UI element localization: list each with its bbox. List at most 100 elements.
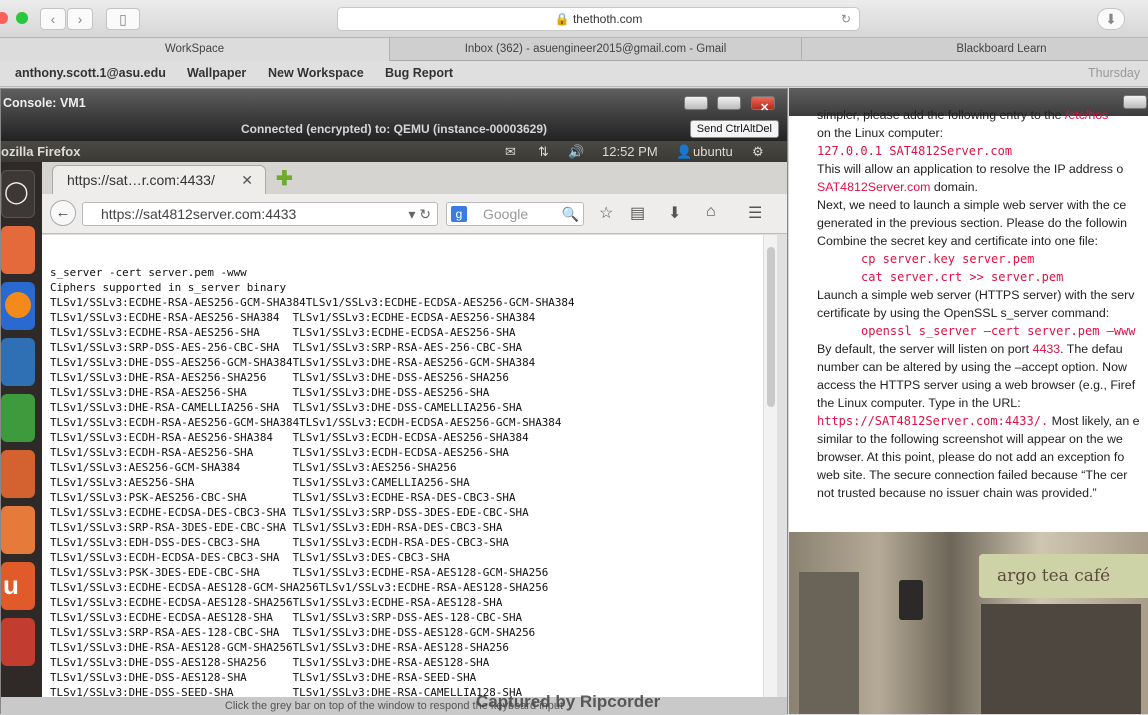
document-text: simpler, please add the following entry … (817, 108, 1148, 502)
terminal-line: TLSv1/SSLv3:ECDH-RSA-AES256-SHA TLSv1/SS… (50, 446, 509, 459)
lock-icon: 🔒 (554, 12, 570, 26)
sidebar-icon: ▯ (119, 11, 127, 27)
chevron-left-icon: ‹ (50, 11, 56, 27)
doc-port: 4433 (1032, 342, 1061, 356)
reload-icon[interactable]: ↻ (841, 8, 851, 30)
console-window: Console: VM1 ✕ Connected (encrypted) to:… (0, 88, 788, 715)
software-center-icon[interactable] (1, 506, 35, 554)
sign-text: argo tea café (997, 566, 1111, 586)
back-arrow-icon[interactable]: ← (50, 200, 76, 226)
forward-button[interactable]: › (67, 8, 93, 30)
settings-icon[interactable] (1, 618, 35, 666)
doc-line: browser. At this point, please do not ad… (817, 450, 1125, 464)
download-icon: ⬇ (1105, 11, 1117, 27)
console-hint-bar[interactable]: Click the grey bar on top of the window … (1, 697, 787, 715)
doc-line: number can be altered by using the –acce… (817, 360, 1127, 374)
dash-icon[interactable]: ◯ (1, 170, 35, 218)
doc-line: This will allow an application to resolv… (817, 162, 1124, 176)
terminal-line: TLSv1/SSLv3:EDH-DSS-DES-CBC3-SHA TLSv1/S… (50, 536, 509, 549)
address-bar-url: thethoth.com (572, 12, 643, 26)
tab-label: Inbox (362) - asuengineer2015@gmail.com … (464, 43, 727, 55)
terminal-line: TLSv1/SSLv3:ECDHE-RSA-AES256-GCM-SHA384T… (50, 296, 575, 309)
firefox-icon[interactable] (1, 282, 35, 330)
tab-blackboard[interactable]: Blackboard Learn (802, 38, 1148, 61)
volume-icon[interactable]: 🔊 (568, 141, 584, 162)
minimize-button[interactable] (684, 96, 708, 110)
tab-workspace[interactable]: WorkSpace (0, 38, 390, 61)
network-icon[interactable]: ⇅ (538, 141, 549, 162)
terminal-line: TLSv1/SSLv3:PSK-3DES-EDE-CBC-SHA TLSv1/S… (50, 566, 549, 579)
impress-icon[interactable] (1, 450, 35, 498)
close-button[interactable]: ✕ (751, 96, 775, 114)
terminal-line: s_server -cert server.pem -www (50, 266, 247, 279)
terminal-line: TLSv1/SSLv3:DHE-RSA-AES256-SHA256 TLSv1/… (50, 371, 509, 384)
send-ctrl-alt-del-button[interactable]: Send CtrlAltDel (689, 120, 779, 138)
home-icon[interactable]: ⌂ (706, 203, 716, 221)
new-tab-icon[interactable]: ✚ (276, 166, 293, 191)
gear-icon[interactable]: ⚙ (752, 141, 764, 162)
menu-icon[interactable]: ☰ (748, 203, 762, 223)
code-line: openssl s_server –cert server.pem –www (861, 324, 1136, 338)
page-content: s_server -cert server.pem -www Ciphers su… (42, 235, 763, 697)
sidebar-toggle-button[interactable]: ▯ (106, 8, 140, 30)
watermark: Captured by Ripcorder (476, 692, 661, 711)
background-photo: argo tea café (789, 532, 1148, 714)
files-icon[interactable] (1, 226, 35, 274)
building-column (799, 572, 859, 714)
doc-line: Next, we need to launch a simple web ser… (817, 198, 1127, 212)
terminal-line: TLSv1/SSLv3:DHE-DSS-AES128-SHA256 TLSv1/… (50, 656, 490, 669)
bookmarks-bar: anthony.scott.1@asu.edu Wallpaper New Wo… (0, 61, 1148, 87)
terminal-line: TLSv1/SSLv3:ECDH-RSA-AES256-GCM-SHA384TL… (50, 416, 562, 429)
terminal-line: TLSv1/SSLv3:ECDHE-ECDSA-AES128-SHA TLSv1… (50, 611, 523, 624)
close-window-button[interactable] (0, 12, 8, 24)
user-name[interactable]: ubuntu (693, 141, 733, 162)
lantern-icon (899, 580, 923, 620)
doc-line: simpler, please add the following entry … (817, 108, 1065, 122)
document-window: simpler, please add the following entry … (789, 88, 1148, 532)
zoom-window-button[interactable] (16, 12, 28, 24)
clipboard-icon[interactable]: ▤ (630, 203, 645, 223)
connection-status-bar: Connected (encrypted) to: QEMU (instance… (1, 117, 787, 141)
address-bar[interactable]: 🔒 thethoth.com ↻ (337, 7, 860, 31)
vertical-scrollbar[interactable] (763, 235, 777, 697)
code-line: 127.0.0.1 SAT4812Server.com (817, 144, 1013, 158)
google-icon: g (451, 206, 467, 222)
browser-toolbar: ‹ › ▯ 🔒 thethoth.com ↻ ⬇ (0, 0, 1148, 38)
doc-line: certificate by using the OpenSSL s_serve… (817, 306, 1110, 320)
ubuntu-launcher: ◯ u (1, 162, 42, 715)
search-placeholder: Google (483, 206, 529, 222)
doc-line: not trusted because no issuer chain was … (817, 486, 1097, 500)
bookmark-bug-report[interactable]: Bug Report (385, 66, 453, 80)
ubuntu-one-icon[interactable]: u (1, 562, 35, 610)
doc-line: Launch a simple web server (HTTPS server… (817, 288, 1135, 302)
clock[interactable]: 12:52 PM (602, 141, 658, 162)
download-icon[interactable]: ⬇ (668, 203, 681, 223)
writer-icon[interactable] (1, 338, 35, 386)
terminal-line: TLSv1/SSLv3:DHE-DSS-AES256-GCM-SHA384TLS… (50, 356, 536, 369)
downloads-button[interactable]: ⬇ (1097, 8, 1125, 30)
connection-status: Connected (encrypted) to: QEMU (instance… (240, 122, 548, 136)
bookmark-new-workspace[interactable]: New Workspace (268, 66, 364, 80)
firefox-url-bar[interactable]: https://sat4812server.com:4433 ▾ ↻ (82, 202, 438, 226)
ubuntu-top-panel: ozilla Firefox ✉ ⇅ 🔊 12:52 PM 👤 ubuntu ⚙ (1, 141, 787, 162)
bookmark-wallpaper[interactable]: Wallpaper (187, 66, 246, 80)
search-icon[interactable]: 🔍 (562, 203, 579, 225)
calc-icon[interactable] (1, 394, 35, 442)
bookmark-right-text: Thursday (1088, 66, 1141, 80)
bookmark-email[interactable]: anthony.scott.1@asu.edu (15, 66, 166, 80)
close-tab-icon[interactable]: ✕ (241, 166, 253, 194)
reload-icon[interactable]: ▾ ↻ (408, 203, 431, 225)
maximize-button[interactable] (717, 96, 741, 110)
terminal-line: TLSv1/SSLv3:ECDHE-RSA-AES256-SHA TLSv1/S… (50, 326, 516, 339)
terminal-line: TLSv1/SSLv3:DHE-RSA-AES128-GCM-SHA256TLS… (50, 641, 509, 654)
firefox-search-box[interactable]: g Google 🔍 (446, 202, 584, 226)
back-button[interactable]: ‹ (40, 8, 66, 30)
console-titlebar[interactable]: Console: VM1 ✕ (1, 89, 787, 117)
terminal-line: TLSv1/SSLv3:DHE-DSS-AES128-SHA TLSv1/SSL… (50, 671, 477, 684)
scrollbar-thumb[interactable] (767, 247, 775, 407)
doc-line: similar to the following screenshot will… (817, 432, 1123, 446)
tab-gmail[interactable]: Inbox (362) - asuengineer2015@gmail.com … (390, 38, 802, 61)
bookmark-star-icon[interactable]: ☆ (599, 203, 613, 223)
firefox-tab[interactable]: https://sat…r.com:4433/ ✕ (52, 165, 266, 194)
mail-icon[interactable]: ✉ (505, 141, 516, 162)
